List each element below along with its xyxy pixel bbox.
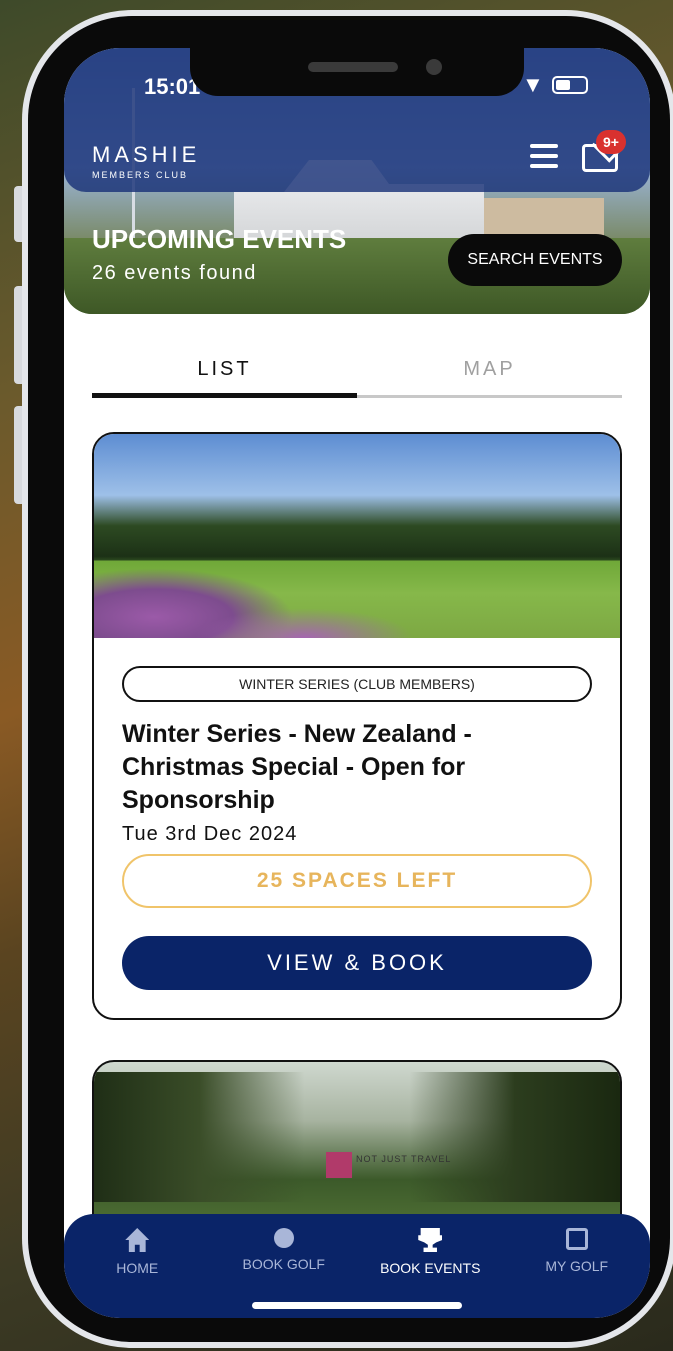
spaces-left-badge: 25 SPACES LEFT (122, 854, 592, 908)
nav-item-my-golf[interactable]: MY GOLF (504, 1228, 651, 1318)
nav-label: MY GOLF (545, 1258, 609, 1274)
nav-label: BOOK EVENTS (380, 1260, 481, 1276)
sponsor-logo-icon (326, 1152, 352, 1178)
nav-label: BOOK GOLF (242, 1256, 325, 1272)
brand-logo[interactable]: MASHIE MEMBERS CLUB (92, 142, 200, 180)
event-details: WINTER SERIES (CLUB MEMBERS) Winter Seri… (94, 638, 620, 990)
view-tabs: LIST MAP (92, 344, 622, 398)
events-count: 26 events found (92, 262, 257, 284)
trophy-icon (418, 1228, 443, 1252)
event-image[interactable] (94, 434, 620, 638)
camera-icon (426, 59, 442, 75)
battery-icon (551, 76, 588, 94)
tab-map[interactable]: MAP (357, 344, 622, 398)
phone-notch (190, 48, 524, 96)
wifi-icon: ▼ (522, 72, 544, 97)
nav-item-home[interactable]: HOME (64, 1228, 211, 1318)
brand-name: MASHIE (92, 142, 201, 167)
event-title[interactable]: Winter Series - New Zealand - Christmas … (122, 718, 592, 817)
event-date: Tue 3rd Dec 2024 (122, 823, 298, 845)
nav-label: HOME (116, 1260, 159, 1276)
page-title: UPCOMING EVENTS (92, 224, 347, 254)
status-icons: ▼ (522, 72, 588, 98)
view-and-book-button[interactable]: VIEW & BOOK (122, 936, 592, 990)
tab-list[interactable]: LIST (92, 344, 357, 398)
brand-subtitle: MEMBERS CLUB (92, 170, 189, 180)
event-card[interactable]: WINTER SERIES (CLUB MEMBERS) Winter Seri… (92, 432, 622, 1020)
hamburger-menu-icon[interactable] (530, 144, 558, 168)
golf-ball-icon (273, 1228, 294, 1248)
event-category-tag: WINTER SERIES (CLUB MEMBERS) (122, 666, 592, 702)
search-events-button[interactable]: SEARCH EVENTS (448, 234, 622, 286)
speaker-grill (308, 62, 398, 72)
calendar-icon (565, 1228, 588, 1250)
home-icon (125, 1228, 150, 1252)
home-indicator[interactable] (252, 1302, 462, 1309)
notification-badge: 9+ (596, 130, 626, 154)
event-image (94, 1072, 620, 1202)
sponsor-logo-text: NOT JUST TRAVEL (356, 1154, 452, 1164)
heather-foliage (194, 608, 414, 638)
app-screen: 15:01 ▼ MASHIE MEMBERS CLUB 9+ UPCOMING … (64, 48, 650, 1318)
